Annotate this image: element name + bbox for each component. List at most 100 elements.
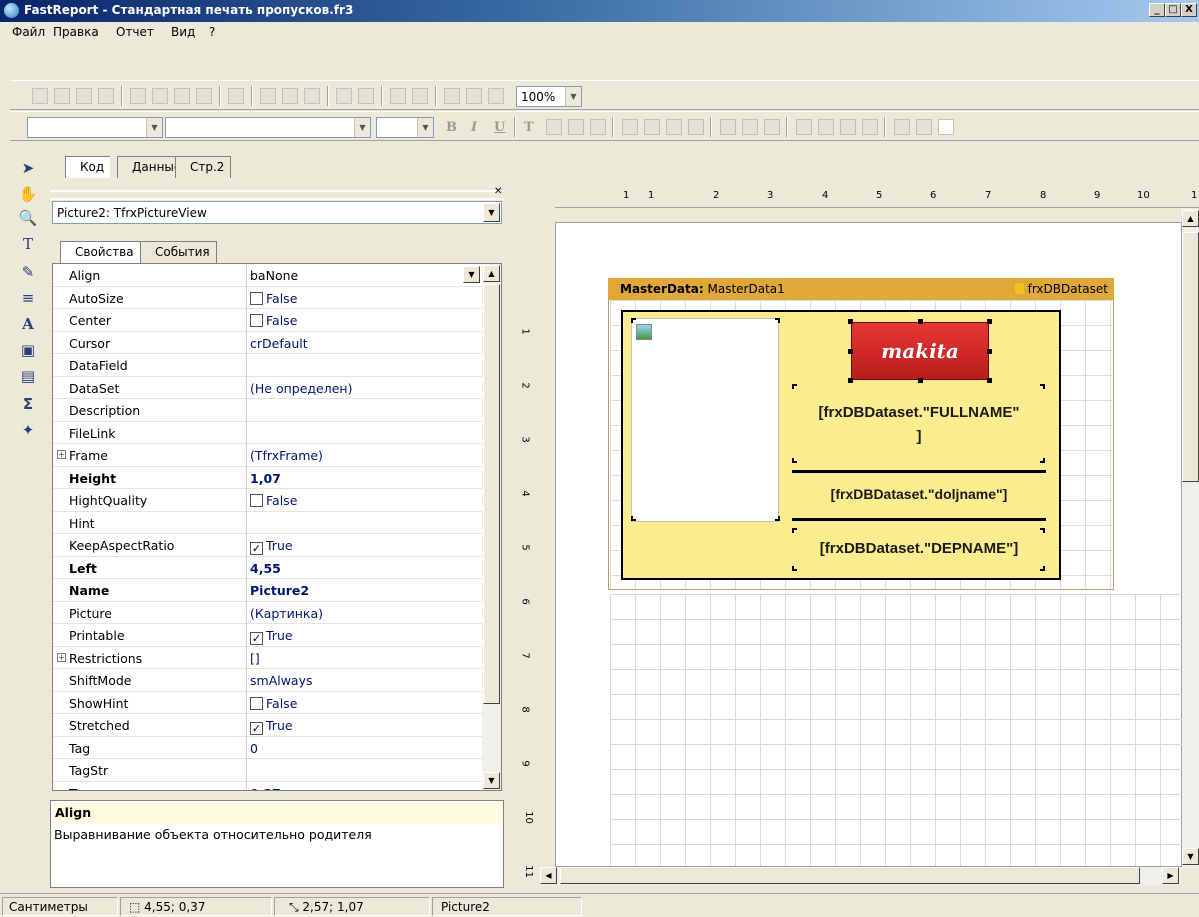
property-row[interactable]: + Restrictions [] (53, 646, 485, 669)
doljname-field[interactable]: [frxDBDataset."doljname"] (786, 486, 1052, 502)
highlight-icon[interactable] (568, 119, 584, 135)
object-select[interactable]: Picture2: TfrxPictureView ▼ (52, 201, 502, 224)
checkbox[interactable] (250, 696, 263, 710)
menu-view[interactable]: Вид (171, 25, 195, 39)
property-value[interactable]: [] (250, 651, 260, 666)
property-row[interactable]: DataField (53, 354, 485, 377)
menu-edit[interactable]: Правка (53, 25, 99, 39)
property-value[interactable]: 1,07 (250, 471, 281, 486)
property-row[interactable]: ShowHint False (53, 691, 485, 714)
property-value[interactable]: (Не определен) (250, 381, 352, 396)
show-grid-icon[interactable] (444, 88, 460, 104)
redo-icon[interactable] (358, 88, 374, 104)
new-page-icon[interactable] (130, 88, 146, 104)
close-icon[interactable]: ✕ (494, 186, 502, 197)
property-value[interactable]: False (250, 696, 297, 711)
property-value[interactable]: (Картинка) (250, 606, 323, 621)
picture-object[interactable] (631, 318, 779, 522)
new-icon[interactable] (32, 88, 48, 104)
scroll-up-icon[interactable]: ▲ (1182, 210, 1199, 227)
property-row[interactable]: KeepAspectRatio ✓ True (53, 534, 485, 557)
property-row[interactable]: Tag 0 (53, 736, 485, 759)
hand-tool-icon[interactable]: ✋ (18, 184, 38, 204)
property-value[interactable]: ✓ True (250, 538, 293, 555)
scroll-thumb[interactable] (1182, 232, 1199, 482)
rotate-text-icon[interactable] (590, 119, 606, 135)
frame-none-icon[interactable] (916, 119, 932, 135)
insert-band-icon[interactable]: ≡ (18, 288, 38, 308)
frame-all-icon[interactable] (894, 119, 910, 135)
property-value[interactable]: False (250, 493, 297, 508)
property-value[interactable]: 4,55 (250, 561, 281, 576)
scroll-thumb[interactable] (483, 284, 500, 704)
align-left-icon[interactable] (622, 119, 638, 135)
font-size-select[interactable]: ▼ (376, 117, 434, 138)
italic-button[interactable]: I (471, 120, 477, 135)
page-settings-icon[interactable] (196, 88, 212, 104)
scroll-up-icon[interactable]: ▲ (483, 265, 500, 282)
property-row[interactable]: TagStr (53, 759, 485, 782)
style-select[interactable]: ▼ (27, 117, 163, 138)
property-scrollbar[interactable]: ▲ ▼ (482, 264, 501, 790)
property-row[interactable]: HightQuality False (53, 489, 485, 512)
expand-icon[interactable]: + (57, 450, 66, 459)
checkbox[interactable]: ✓ (250, 722, 263, 735)
scroll-down-icon[interactable]: ▼ (1182, 848, 1199, 865)
text-object-icon[interactable]: A (18, 314, 38, 334)
scroll-thumb[interactable] (560, 867, 1140, 884)
property-value[interactable]: 0,37 (250, 786, 281, 791)
property-row[interactable]: Stretched ✓ True (53, 714, 485, 737)
valign-bottom-icon[interactable] (764, 119, 780, 135)
property-row[interactable]: Top 0,37 (53, 781, 485, 791)
cut-icon[interactable] (260, 88, 276, 104)
align-justify-icon[interactable] (688, 119, 704, 135)
checkbox[interactable] (250, 291, 263, 305)
subreport-icon[interactable]: ▤ (18, 366, 38, 386)
checkbox[interactable]: ✓ (250, 542, 263, 555)
sum-icon[interactable]: Σ (18, 394, 38, 414)
variables-icon[interactable] (228, 88, 244, 104)
ungroup-icon[interactable] (412, 88, 428, 104)
checkbox[interactable]: ✓ (250, 632, 263, 645)
property-value[interactable]: Picture2 (250, 583, 309, 598)
property-row[interactable]: Center False (53, 309, 485, 332)
font-name-select[interactable]: ▼ (165, 117, 371, 138)
bold-button[interactable]: B (446, 120, 457, 135)
align-right-icon[interactable] (666, 119, 682, 135)
picture-object-icon[interactable]: ▣ (18, 340, 38, 360)
property-value[interactable]: crDefault (250, 336, 308, 351)
depname-field[interactable]: [frxDBDataset."DEPNAME"] (786, 540, 1052, 557)
valign-middle-icon[interactable] (742, 119, 758, 135)
new-dialog-icon[interactable] (152, 88, 168, 104)
delete-page-icon[interactable] (174, 88, 190, 104)
preview-icon[interactable] (98, 88, 114, 104)
scroll-right-icon[interactable]: ▶ (1162, 867, 1179, 884)
checkbox[interactable] (250, 314, 263, 327)
text-tool-icon[interactable]: T (18, 234, 38, 254)
group-icon[interactable] (390, 88, 406, 104)
property-value[interactable]: smAlways (250, 673, 313, 688)
tab-code[interactable]: Код (65, 156, 111, 178)
property-value[interactable]: baNone (250, 268, 298, 283)
property-row[interactable]: Printable ✓ True (53, 624, 485, 647)
minimize-button[interactable]: _ (1149, 3, 1165, 17)
property-row[interactable]: Left 4,55 (53, 556, 485, 579)
frame-left-icon[interactable] (840, 119, 856, 135)
property-value[interactable]: ✓ True (250, 628, 293, 645)
menu-file[interactable]: Файл (12, 25, 45, 39)
undo-icon[interactable] (336, 88, 352, 104)
inspector-grip[interactable] (50, 190, 504, 200)
menu-help[interactable]: ? (209, 25, 215, 39)
property-value[interactable]: (TfrxFrame) (250, 448, 323, 463)
property-row[interactable]: Picture (Картинка) (53, 601, 485, 624)
shadow-icon[interactable] (938, 119, 954, 135)
fullname-field[interactable]: [frxDBDataset."FULLNAME" (786, 404, 1052, 421)
property-row[interactable]: Cursor crDefault (53, 331, 485, 354)
property-row[interactable]: Description (53, 399, 485, 422)
property-value[interactable]: False (250, 313, 297, 328)
property-value[interactable]: ✓ True (250, 718, 293, 735)
frame-bottom-icon[interactable] (818, 119, 834, 135)
property-value[interactable]: 0 (250, 741, 258, 756)
property-value[interactable]: False (250, 291, 297, 306)
format-painter-icon[interactable]: ✎ (18, 262, 38, 282)
